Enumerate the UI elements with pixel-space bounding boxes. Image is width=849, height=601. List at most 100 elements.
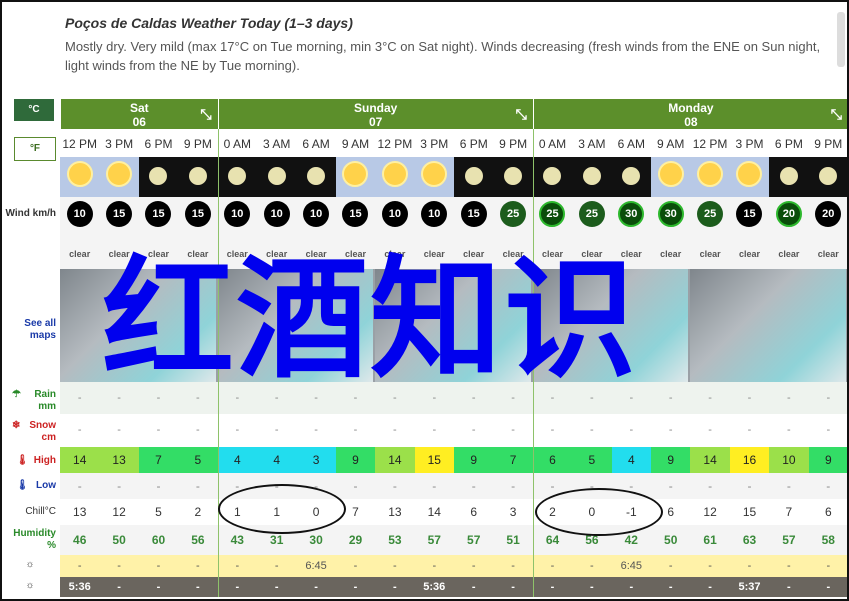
cell-snow: - — [60, 414, 100, 446]
cell-humidity: 57 — [769, 525, 809, 555]
wind-speed-badge: 25 — [500, 201, 527, 227]
row-sunset: 5:36- - - - - - - -5:36- - - - - - -5:37- - — [60, 577, 847, 597]
cell-icons — [572, 157, 612, 197]
cell-high: 6 — [532, 447, 573, 473]
snowflake-icon: ❄ — [12, 420, 21, 431]
cell-high: 9 — [808, 447, 847, 473]
sun-icon — [106, 161, 133, 187]
wind-speed-badge: 10 — [381, 201, 408, 227]
cell-wind: 25 — [690, 197, 730, 239]
row-high: 14 13 7 5 4 4 3 9 14 15 9 7 6 5 4 9 14 16 10 9 — [60, 447, 847, 473]
cell-wind: 30 — [651, 197, 691, 239]
celsius-toggle[interactable]: °C — [14, 99, 54, 121]
cell-low: - — [493, 473, 533, 499]
description-scrollbar[interactable] — [837, 12, 845, 67]
cell-humidity: 58 — [808, 525, 847, 555]
expand-icon[interactable]: ⤡ — [200, 107, 211, 121]
day-name: Sunday — [354, 101, 398, 115]
cell-rain: - — [60, 382, 100, 414]
cell-snow: - — [611, 414, 651, 446]
cell-low: - — [414, 473, 454, 499]
moon-icon — [464, 167, 483, 185]
cell-times: 9 AM — [335, 131, 376, 157]
fahrenheit-toggle[interactable]: °F — [14, 137, 56, 161]
cell-sunset: - — [138, 577, 179, 597]
cell-times: 0 AM — [532, 131, 573, 157]
cell-sunset: - — [532, 577, 573, 597]
cell-icons — [769, 157, 809, 197]
cell-icons — [651, 157, 691, 197]
cell-high: 16 — [729, 447, 770, 473]
annotation-circle-sunday — [218, 484, 346, 534]
cell-sunset: - — [493, 577, 533, 597]
cell-humidity: 29 — [335, 525, 376, 555]
cell-high: 14 — [690, 447, 730, 473]
see-all-maps-link[interactable]: See all maps — [4, 318, 56, 342]
cell-humidity: 51 — [493, 525, 533, 555]
cell-times: 9 PM — [178, 131, 218, 157]
cell-times: 6 PM — [454, 131, 494, 157]
cell-high: 14 — [375, 447, 415, 473]
cell-rain: - — [690, 382, 730, 414]
cell-high: 7 — [493, 447, 533, 473]
cell-chill: 12 — [99, 499, 139, 525]
cell-low: - — [690, 473, 730, 499]
cell-sunrise: - — [690, 555, 730, 577]
cell-icons — [296, 157, 336, 197]
cell-high: 3 — [296, 447, 336, 473]
sunset-icon: ☼ — [25, 580, 35, 591]
cell-times: 6 AM — [611, 131, 651, 157]
cell-conditions: clear — [729, 239, 770, 269]
cell-low: - — [454, 473, 494, 499]
row-wind: 10 15 15 15 10 10 10 15 10 10 15 25 25 25 30 30 25 15 20 20 — [60, 197, 847, 239]
cell-wind: 15 — [178, 197, 218, 239]
cell-icons — [532, 157, 573, 197]
cell-sunset: - — [217, 577, 257, 597]
cell-chill: 6 — [454, 499, 494, 525]
low-label-text: Low — [36, 480, 56, 491]
low-label: 🌡 Low — [4, 480, 56, 491]
annotation-circle-monday — [535, 488, 663, 536]
cell-wind: 25 — [532, 197, 573, 239]
cell-humidity: 56 — [178, 525, 218, 555]
moon-icon — [582, 167, 601, 185]
cell-sunrise: - — [454, 555, 494, 577]
chill-label: Chill°C — [25, 506, 56, 517]
cell-sunrise: - — [729, 555, 770, 577]
cell-sunset: - — [808, 577, 847, 597]
cell-snow: - — [414, 414, 454, 446]
cell-low: - — [335, 473, 376, 499]
cell-times: 6 AM — [296, 131, 336, 157]
cell-wind: 10 — [375, 197, 415, 239]
wind-label: Wind km/h — [5, 208, 56, 219]
cell-wind: 20 — [769, 197, 809, 239]
cell-humidity: 46 — [60, 525, 100, 555]
map-thumbnail[interactable] — [690, 269, 846, 382]
cell-low: - — [729, 473, 770, 499]
expand-icon[interactable]: ⤡ — [516, 107, 527, 121]
cell-sunrise: - — [808, 555, 847, 577]
cell-high: 9 — [454, 447, 494, 473]
cell-chill: 15 — [729, 499, 770, 525]
day-date: 08 — [684, 115, 698, 129]
cell-times: 3 PM — [414, 131, 454, 157]
cell-humidity: 61 — [690, 525, 730, 555]
moon-icon — [819, 167, 838, 185]
day-name: Monday — [668, 101, 714, 115]
cell-icons — [60, 157, 100, 197]
cell-low: - — [769, 473, 809, 499]
cell-conditions: clear — [769, 239, 809, 269]
cell-sunset: - — [611, 577, 651, 597]
cell-snow: - — [572, 414, 612, 446]
rain-label: ☂ Rain mm — [4, 389, 56, 413]
cell-times: 9 AM — [651, 131, 691, 157]
wind-speed-badge: 25 — [578, 201, 605, 227]
cell-times: 12 PM — [60, 131, 100, 157]
forecast-title: Poços de Caldas Weather Today (1–3 days) — [65, 15, 353, 31]
sun-icon — [66, 161, 93, 187]
cell-sunrise: - — [572, 555, 612, 577]
cell-sunset: - — [178, 577, 218, 597]
cell-icons — [690, 157, 730, 197]
expand-icon[interactable]: ⤡ — [831, 107, 842, 121]
cell-high: 5 — [572, 447, 612, 473]
